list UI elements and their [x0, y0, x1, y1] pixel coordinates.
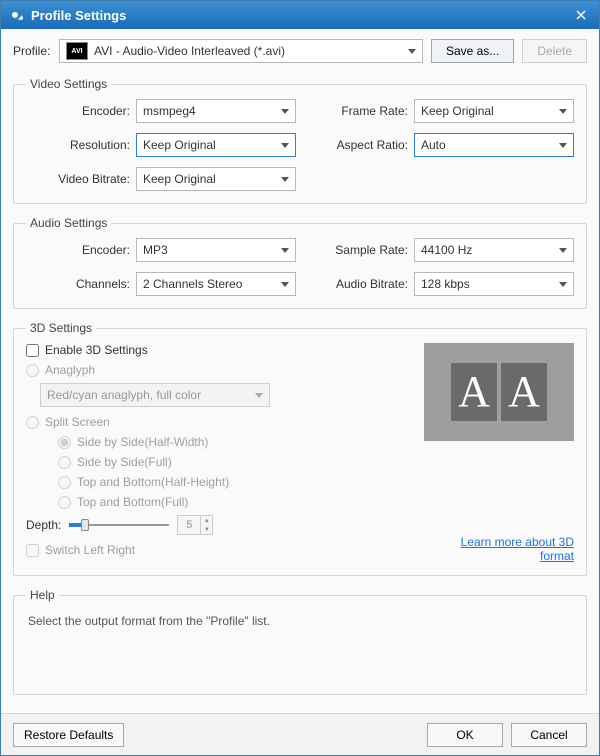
- depth-label: Depth:: [26, 518, 61, 532]
- threed-settings-legend: 3D Settings: [26, 321, 96, 335]
- video-settings-legend: Video Settings: [26, 77, 111, 91]
- tab-half-label: Top and Bottom(Half-Height): [77, 475, 229, 489]
- chevron-down-icon: [281, 248, 289, 253]
- window-title: Profile Settings: [31, 8, 569, 23]
- video-settings-group: Video Settings Encoder: msmpeg4 Frame Ra…: [13, 77, 587, 204]
- split-screen-label: Split Screen: [45, 415, 110, 429]
- sbs-half-radio: [58, 436, 71, 449]
- chevron-down-icon: [559, 282, 567, 287]
- ok-button[interactable]: OK: [427, 723, 503, 747]
- save-as-button[interactable]: Save as...: [431, 39, 514, 63]
- anaglyph-radio: [26, 364, 39, 377]
- sbs-full-label: Side by Side(Full): [77, 455, 172, 469]
- learn-more-link[interactable]: Learn more about 3D format: [424, 535, 574, 563]
- audio-bitrate-label: Audio Bitrate:: [324, 277, 414, 291]
- chevron-down-icon: [281, 109, 289, 114]
- resolution-select[interactable]: Keep Original: [136, 133, 296, 157]
- tab-half-radio: [58, 476, 71, 489]
- profile-label: Profile:: [13, 44, 51, 58]
- chevron-down-icon: [408, 49, 416, 54]
- profile-value: AVI - Audio-Video Interleaved (*.avi): [94, 44, 408, 58]
- sbs-full-radio: [58, 456, 71, 469]
- close-button[interactable]: [569, 5, 593, 25]
- help-legend: Help: [26, 588, 59, 602]
- gear-icon: [7, 7, 23, 23]
- frame-rate-label: Frame Rate:: [324, 104, 414, 118]
- video-encoder-select[interactable]: msmpeg4: [136, 99, 296, 123]
- footer: Restore Defaults OK Cancel: [1, 713, 599, 755]
- tab-full-label: Top and Bottom(Full): [77, 495, 188, 509]
- sbs-half-label: Side by Side(Half-Width): [77, 435, 208, 449]
- audio-bitrate-select[interactable]: 128 kbps: [414, 272, 574, 296]
- resolution-label: Resolution:: [26, 138, 136, 152]
- chevron-down-icon: [281, 177, 289, 182]
- sample-rate-select[interactable]: 44100 Hz: [414, 238, 574, 262]
- help-group: Help Select the output format from the "…: [13, 588, 587, 695]
- close-icon: [576, 10, 586, 20]
- channels-label: Channels:: [26, 277, 136, 291]
- video-bitrate-select[interactable]: Keep Original: [136, 167, 296, 191]
- video-encoder-label: Encoder:: [26, 104, 136, 118]
- aspect-ratio-label: Aspect Ratio:: [324, 138, 414, 152]
- avi-format-icon: AVI: [66, 42, 88, 60]
- profile-settings-window: Profile Settings Profile: AVI AVI - Audi…: [0, 0, 600, 756]
- depth-spinner: 5 ▲▼: [177, 515, 213, 535]
- help-text: Select the output format from the "Profi…: [26, 610, 574, 658]
- audio-settings-group: Audio Settings Encoder: MP3 Sample Rate:…: [13, 216, 587, 309]
- chevron-down-icon: [281, 282, 289, 287]
- sample-rate-label: Sample Rate:: [324, 243, 414, 257]
- audio-encoder-select[interactable]: MP3: [136, 238, 296, 262]
- frame-rate-select[interactable]: Keep Original: [414, 99, 574, 123]
- threed-preview: A A: [424, 343, 574, 441]
- audio-settings-legend: Audio Settings: [26, 216, 111, 230]
- enable-3d-label: Enable 3D Settings: [45, 343, 148, 357]
- switch-lr-checkbox: [26, 544, 39, 557]
- anaglyph-mode-select: Red/cyan anaglyph, full color: [40, 383, 270, 407]
- video-bitrate-label: Video Bitrate:: [26, 172, 136, 186]
- chevron-down-icon: [559, 109, 567, 114]
- delete-button: Delete: [522, 39, 587, 63]
- chevron-down-icon: [559, 248, 567, 253]
- threed-settings-group: 3D Settings Enable 3D Settings Anaglyph …: [13, 321, 587, 576]
- preview-glyph-right: A: [501, 363, 547, 421]
- depth-slider: [69, 517, 169, 533]
- preview-glyph-left: A: [451, 363, 497, 421]
- enable-3d-checkbox[interactable]: [26, 344, 39, 357]
- chevron-down-icon: [281, 143, 289, 148]
- chevron-down-icon: ▼: [200, 525, 212, 534]
- profile-select[interactable]: AVI AVI - Audio-Video Interleaved (*.avi…: [59, 39, 423, 63]
- titlebar: Profile Settings: [1, 1, 599, 29]
- restore-defaults-button[interactable]: Restore Defaults: [13, 723, 124, 747]
- tab-full-radio: [58, 496, 71, 509]
- slider-thumb-icon: [81, 519, 89, 531]
- anaglyph-label: Anaglyph: [45, 363, 95, 377]
- chevron-down-icon: [559, 143, 567, 148]
- aspect-ratio-select[interactable]: Auto: [414, 133, 574, 157]
- chevron-down-icon: [255, 393, 263, 398]
- chevron-up-icon: ▲: [200, 516, 212, 525]
- split-screen-radio: [26, 416, 39, 429]
- channels-select[interactable]: 2 Channels Stereo: [136, 272, 296, 296]
- cancel-button[interactable]: Cancel: [511, 723, 587, 747]
- switch-lr-label: Switch Left Right: [45, 543, 135, 557]
- audio-encoder-label: Encoder:: [26, 243, 136, 257]
